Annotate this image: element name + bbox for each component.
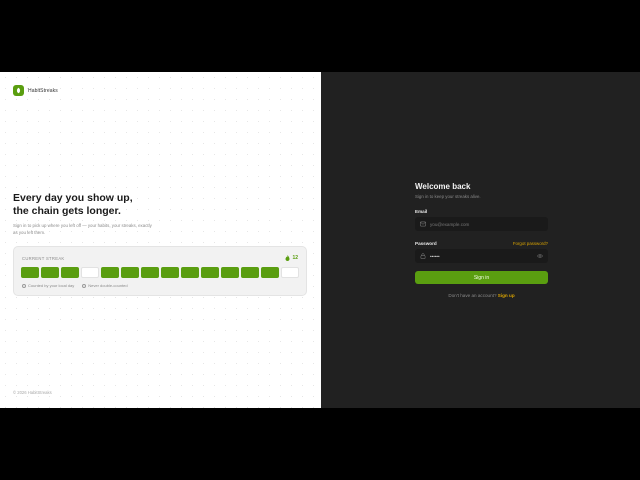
copyright: © 2026 HabitStreaks [13,390,52,395]
email-field[interactable] [430,221,543,227]
streak-day-cell [161,267,179,278]
note-no-double: Never double-counted [82,283,128,288]
streak-day-cell [261,267,279,278]
streak-day-cell [181,267,199,278]
hero-headline-line1: Every day you show up, [13,192,133,204]
streak-chain [21,267,299,278]
streak-day-cell [121,267,139,278]
streak-count: 12 [285,255,298,261]
hero-subtext: Sign in to pick up where you left off — … [13,223,152,235]
streak-day-cell [281,267,299,278]
lock-icon [420,253,426,259]
brand[interactable]: HabitStreaks [13,85,58,96]
eye-icon[interactable] [537,253,543,259]
password-field[interactable] [430,253,533,259]
marketing-panel: HabitStreaks Every day you show up, the … [0,72,321,408]
streak-day-cell [21,267,39,278]
streak-day-cell [221,267,239,278]
sign-in-button[interactable]: Sign in [415,271,548,284]
streak-day-cell [81,267,99,278]
email-label: Email [415,209,548,214]
note-no-double-text: Never double-counted [88,283,128,288]
brand-name: HabitStreaks [28,87,58,94]
login-subtitle: Sign in to keep your streaks alive. [415,194,481,199]
note-local-day: Counted by your local day [22,283,74,288]
clock-icon [22,283,26,288]
leaf-logo-icon [13,85,24,96]
password-label-text: Password [415,241,437,246]
hero-headline: Every day you show up, the chain gets lo… [13,192,133,218]
streak-day-cell [61,267,79,278]
no-account-text: Don't have an account? [448,293,497,298]
streak-day-cell [101,267,119,278]
streak-card: CURRENT STREAK 12 Counted by your local … [13,246,307,296]
streak-count-value: 12 [292,255,298,261]
email-field-wrapper[interactable] [415,217,548,231]
hero-headline-line2: the chain gets longer. [13,205,121,217]
password-field-wrapper[interactable] [415,249,548,263]
streak-day-cell [41,267,59,278]
note-local-day-text: Counted by your local day [28,283,75,288]
auth-page: HabitStreaks Every day you show up, the … [0,72,640,408]
streak-day-cell [241,267,259,278]
login-panel: Welcome back Sign in to keep your streak… [321,72,640,408]
flame-icon [285,255,290,261]
login-title: Welcome back [415,182,471,191]
login-form: Welcome back Sign in to keep your streak… [415,182,548,298]
streak-notes: Counted by your local day Never double-c… [22,283,128,288]
streak-day-cell [201,267,219,278]
sign-up-link[interactable]: Sign up [498,293,515,298]
forgot-password-link[interactable]: Forgot password? [513,241,548,246]
streak-day-cell [141,267,159,278]
password-label: Password Forgot password? [415,241,548,246]
streak-label: CURRENT STREAK [22,256,65,261]
email-label-text: Email [415,209,428,214]
signup-prompt: Don't have an account? Sign up [415,293,548,298]
mail-icon [420,221,426,227]
shield-icon [82,283,87,288]
